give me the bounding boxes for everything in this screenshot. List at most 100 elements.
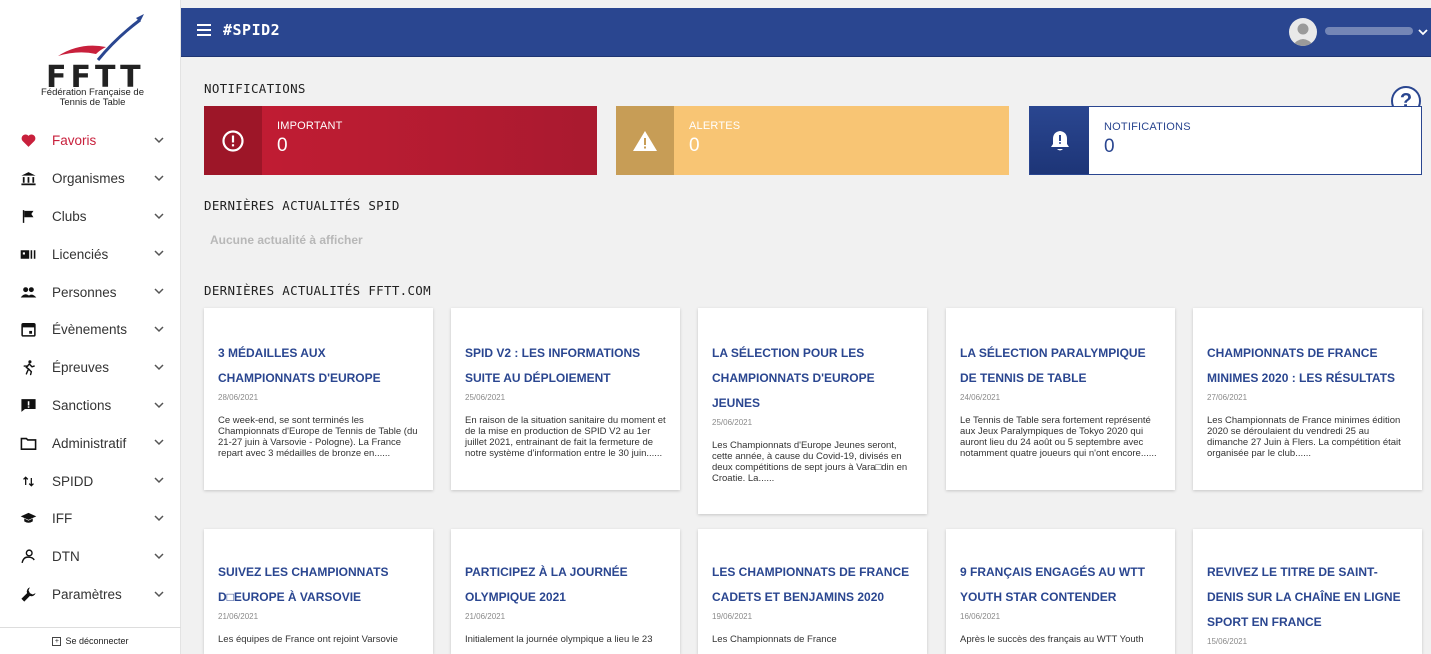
avatar[interactable] bbox=[1289, 18, 1317, 46]
sidebar-item-licencies[interactable]: Licenciés bbox=[0, 235, 181, 273]
graduation-cap-icon bbox=[18, 509, 38, 529]
sidebar-item-label: Clubs bbox=[52, 208, 87, 224]
chevron-down-icon bbox=[154, 288, 164, 295]
news-title[interactable]: 9 FRANÇAIS ENGAGÉS AU WTT YOUTH STAR CON… bbox=[960, 560, 1161, 610]
sidebar-nav: Favoris Organismes Clubs Licenciés Perso… bbox=[0, 122, 181, 613]
news-title[interactable]: SPID V2 : LES INFORMATIONS SUITE AU DÉPL… bbox=[465, 341, 666, 391]
news-desc: Ce week-end, se sont terminés les Champi… bbox=[218, 415, 418, 459]
sidebar-item-epreuves[interactable]: Épreuves bbox=[0, 349, 181, 387]
news-date: 27/06/2021 bbox=[1207, 393, 1248, 402]
logout-label: Se déconnecter bbox=[65, 636, 129, 646]
flag-icon bbox=[18, 206, 38, 226]
important-card[interactable]: IMPORTANT 0 bbox=[204, 106, 597, 175]
logout-button[interactable]: + Se déconnecter bbox=[0, 627, 181, 654]
news-title[interactable]: LA SÉLECTION PARALYMPIQUE DE TENNIS DE T… bbox=[960, 341, 1161, 391]
news-card[interactable]: REVIVEZ LE TITRE DE SAINT-DENIS SUR LA C… bbox=[1193, 529, 1422, 654]
chevron-down-icon bbox=[154, 477, 164, 484]
heart-icon bbox=[18, 131, 38, 151]
news-title[interactable]: LA SÉLECTION POUR LES CHAMPIONNATS D'EUR… bbox=[712, 341, 913, 416]
news-title[interactable]: CHAMPIONNATS DE FRANCE MINIMES 2020 : LE… bbox=[1207, 341, 1408, 391]
topbar-spacer bbox=[181, 0, 1431, 8]
news-desc: Après le succès des français au WTT Yout… bbox=[960, 634, 1144, 645]
sidebar-item-label: SPIDD bbox=[52, 473, 94, 489]
news-date: 21/06/2021 bbox=[218, 612, 259, 621]
chevron-down-icon bbox=[154, 326, 164, 333]
chevron-down-icon[interactable] bbox=[1417, 26, 1429, 38]
news-desc: Le Tennis de Table sera fortement représ… bbox=[960, 415, 1157, 459]
sidebar-item-label: Favoris bbox=[52, 133, 97, 149]
sidebar-item-spidd[interactable]: SPIDD bbox=[0, 462, 181, 500]
sidebar-item-evenements[interactable]: Évènements bbox=[0, 311, 181, 349]
news-card[interactable]: LA SÉLECTION POUR LES CHAMPIONNATS D'EUR… bbox=[698, 308, 927, 514]
important-label: IMPORTANT bbox=[277, 120, 343, 132]
news-title[interactable]: LES CHAMPIONNATS DE FRANCE CADETS ET BEN… bbox=[712, 560, 913, 610]
spid-news-heading: DERNIÈRES ACTUALITÉS SPID bbox=[204, 198, 400, 213]
news-date: 25/06/2021 bbox=[712, 418, 753, 427]
sidebar-item-label: DTN bbox=[52, 549, 80, 565]
sidebar-item-clubs[interactable]: Clubs bbox=[0, 198, 181, 236]
chevron-down-icon bbox=[154, 515, 164, 522]
topbar: #SPID2 bbox=[181, 8, 1431, 57]
sidebar-item-dtn[interactable]: DTN bbox=[0, 538, 181, 576]
chevron-down-icon bbox=[154, 175, 164, 181]
folder-icon bbox=[18, 433, 38, 453]
chevron-down-icon bbox=[154, 364, 164, 370]
notifications-count: 0 bbox=[1104, 136, 1115, 157]
alerts-card[interactable]: ALERTES 0 bbox=[616, 106, 1009, 175]
news-date: 28/06/2021 bbox=[218, 393, 259, 402]
chevron-down-icon bbox=[154, 137, 164, 144]
sidebar-item-organismes[interactable]: Organismes bbox=[0, 160, 181, 198]
news-desc: En raison de la situation sanitaire du m… bbox=[465, 415, 666, 459]
sort-arrows-icon bbox=[18, 471, 38, 491]
news-card[interactable]: 3 MÉDAILLES AUX CHAMPIONNATS D'EUROPE 28… bbox=[204, 308, 433, 490]
menu-icon[interactable] bbox=[197, 24, 211, 36]
sidebar-item-favoris[interactable]: Favoris bbox=[0, 122, 181, 160]
sidebar-item-label: Licenciés bbox=[52, 246, 109, 262]
news-card[interactable]: CHAMPIONNATS DE FRANCE MINIMES 2020 : LE… bbox=[1193, 308, 1422, 490]
chevron-down-icon bbox=[154, 250, 164, 257]
person-outline-icon bbox=[18, 547, 38, 567]
news-date: 25/06/2021 bbox=[465, 393, 506, 402]
news-card[interactable]: SUIVEZ LES CHAMPIONNATS D□EUROPE À VARSO… bbox=[204, 529, 433, 654]
institution-icon bbox=[18, 169, 38, 189]
sidebar-item-label: Administratif bbox=[52, 435, 127, 451]
user-name[interactable] bbox=[1325, 27, 1413, 35]
news-title[interactable]: SUIVEZ LES CHAMPIONNATS D□EUROPE À VARSO… bbox=[218, 560, 419, 610]
news-desc: Les Championnats de France minimes éditi… bbox=[1207, 415, 1401, 459]
news-title[interactable]: REVIVEZ LE TITRE DE SAINT-DENIS SUR LA C… bbox=[1207, 560, 1408, 635]
alert-message-icon bbox=[18, 395, 38, 415]
sidebar-item-administratif[interactable]: Administratif bbox=[0, 424, 181, 462]
calendar-icon bbox=[18, 320, 38, 340]
logout-icon: + bbox=[52, 636, 62, 646]
news-card[interactable]: SPID V2 : LES INFORMATIONS SUITE AU DÉPL… bbox=[451, 308, 680, 490]
news-card[interactable]: 9 FRANÇAIS ENGAGÉS AU WTT YOUTH STAR CON… bbox=[946, 529, 1175, 654]
chevron-down-icon bbox=[154, 591, 164, 597]
spid-news-empty: Aucune actualité à afficher bbox=[210, 233, 363, 247]
alerts-label: ALERTES bbox=[689, 120, 741, 132]
chevron-down-icon bbox=[154, 439, 164, 446]
notifications-heading: NOTIFICATIONS bbox=[204, 81, 306, 96]
sidebar-item-parametres[interactable]: Paramètres bbox=[0, 576, 181, 614]
news-date: 24/06/2021 bbox=[960, 393, 1001, 402]
sidebar-item-label: Organismes bbox=[52, 171, 125, 187]
notifications-label: NOTIFICATIONS bbox=[1104, 121, 1191, 133]
news-title[interactable]: 3 MÉDAILLES AUX CHAMPIONNATS D'EUROPE bbox=[218, 341, 419, 391]
sidebar-item-label: Évènements bbox=[52, 322, 128, 338]
news-date: 21/06/2021 bbox=[465, 612, 506, 621]
exclamation-circle-icon bbox=[204, 106, 262, 175]
sidebar-item-sanctions[interactable]: Sanctions bbox=[0, 387, 181, 425]
sidebar-item-label: IFF bbox=[52, 511, 73, 527]
chevron-down-icon bbox=[154, 213, 164, 219]
people-icon bbox=[18, 282, 38, 302]
news-desc: Initialement la journée olympique a lieu… bbox=[465, 634, 653, 645]
alerts-count: 0 bbox=[689, 135, 700, 156]
sidebar-item-personnes[interactable]: Personnes bbox=[0, 273, 181, 311]
news-card[interactable]: PARTICIPEZ À LA JOURNÉE OLYMPIQUE 2021 2… bbox=[451, 529, 680, 654]
news-card[interactable]: LA SÉLECTION PARALYMPIQUE DE TENNIS DE T… bbox=[946, 308, 1175, 490]
news-title[interactable]: PARTICIPEZ À LA JOURNÉE OLYMPIQUE 2021 bbox=[465, 560, 666, 610]
news-date: 15/06/2021 bbox=[1207, 637, 1248, 646]
notifications-card[interactable]: NOTIFICATIONS 0 bbox=[1029, 106, 1422, 175]
sidebar-item-iff[interactable]: IFF bbox=[0, 500, 181, 538]
sidebar-item-label: Épreuves bbox=[52, 360, 110, 376]
news-card[interactable]: LES CHAMPIONNATS DE FRANCE CADETS ET BEN… bbox=[698, 529, 927, 654]
